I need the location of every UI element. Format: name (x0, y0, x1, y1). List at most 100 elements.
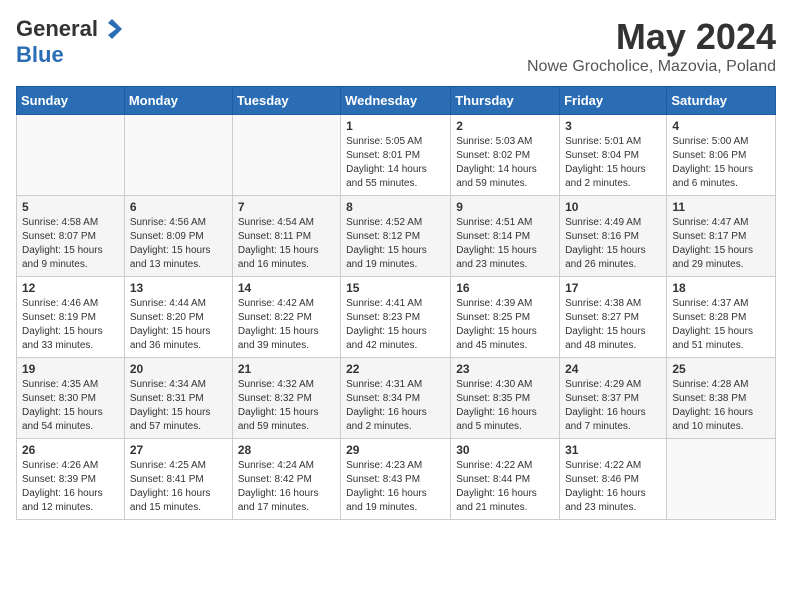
location: Nowe Grocholice, Mazovia, Poland (527, 58, 776, 76)
calendar-cell: 23 Sunrise: 4:30 AMSunset: 8:35 PMDayligh… (451, 358, 560, 439)
calendar-cell (124, 115, 232, 196)
day-info: Sunrise: 4:29 AMSunset: 8:37 PMDaylight:… (565, 378, 661, 434)
day-info: Sunrise: 4:31 AMSunset: 8:34 PMDaylight:… (346, 378, 445, 434)
day-info: Sunrise: 4:49 AMSunset: 8:16 PMDaylight:… (565, 216, 661, 272)
day-info: Sunrise: 4:34 AMSunset: 8:31 PMDaylight:… (130, 378, 227, 434)
calendar-header-thursday: Thursday (451, 87, 560, 115)
day-info: Sunrise: 4:47 AMSunset: 8:17 PMDaylight:… (672, 216, 770, 272)
calendar-cell: 6 Sunrise: 4:56 AMSunset: 8:09 PMDaylight… (124, 196, 232, 277)
day-number: 17 (565, 281, 661, 295)
calendar-cell: 21 Sunrise: 4:32 AMSunset: 8:32 PMDayligh… (232, 358, 340, 439)
calendar-cell: 3Sunrise: 5:01 AMSunset: 8:04 PMDaylight… (560, 115, 667, 196)
day-info: Sunrise: 4:44 AMSunset: 8:20 PMDaylight:… (130, 297, 227, 353)
calendar-header-row: SundayMondayTuesdayWednesdayThursdayFrid… (17, 87, 776, 115)
calendar-week-row: 19 Sunrise: 4:35 AMSunset: 8:30 PMDayligh… (17, 358, 776, 439)
day-info: Sunrise: 4:26 AMSunset: 8:39 PMDaylight:… (22, 459, 119, 515)
day-number: 2 (456, 119, 554, 133)
title-block: May 2024 Nowe Grocholice, Mazovia, Polan… (527, 16, 776, 76)
day-number: 23 (456, 362, 554, 376)
day-number: 12 (22, 281, 119, 295)
calendar-week-row: 12 Sunrise: 4:46 AMSunset: 8:19 PMDayligh… (17, 277, 776, 358)
day-number: 7 (238, 200, 335, 214)
day-info: Sunrise: 4:30 AMSunset: 8:35 PMDaylight:… (456, 378, 554, 434)
day-number: 19 (22, 362, 119, 376)
calendar-cell: 12 Sunrise: 4:46 AMSunset: 8:19 PMDayligh… (17, 277, 125, 358)
calendar-cell: 5 Sunrise: 4:58 AMSunset: 8:07 PMDaylight… (17, 196, 125, 277)
day-info: Sunrise: 4:22 AMSunset: 8:46 PMDaylight:… (565, 459, 661, 515)
calendar-cell: 29 Sunrise: 4:23 AMSunset: 8:43 PMDayligh… (341, 439, 451, 520)
day-info: Sunrise: 4:25 AMSunset: 8:41 PMDaylight:… (130, 459, 227, 515)
day-info: Sunrise: 4:56 AMSunset: 8:09 PMDaylight:… (130, 216, 227, 272)
day-info: Sunrise: 4:28 AMSunset: 8:38 PMDaylight:… (672, 378, 770, 434)
calendar-week-row: 26 Sunrise: 4:26 AMSunset: 8:39 PMDayligh… (17, 439, 776, 520)
day-info: Sunrise: 5:05 AMSunset: 8:01 PMDaylight:… (346, 135, 445, 191)
month-title: May 2024 (527, 16, 776, 58)
calendar-cell: 17Sunrise: 4:38 AMSunset: 8:27 PMDayligh… (560, 277, 667, 358)
day-number: 26 (22, 443, 119, 457)
day-info: Sunrise: 4:58 AMSunset: 8:07 PMDaylight:… (22, 216, 119, 272)
day-number: 14 (238, 281, 335, 295)
day-info: Sunrise: 4:46 AMSunset: 8:19 PMDaylight:… (22, 297, 119, 353)
day-info: Sunrise: 4:32 AMSunset: 8:32 PMDaylight:… (238, 378, 335, 434)
day-info: Sunrise: 5:03 AMSunset: 8:02 PMDaylight:… (456, 135, 554, 191)
day-info: Sunrise: 4:42 AMSunset: 8:22 PMDaylight:… (238, 297, 335, 353)
calendar-cell: 7 Sunrise: 4:54 AMSunset: 8:11 PMDaylight… (232, 196, 340, 277)
calendar-cell: 16Sunrise: 4:39 AMSunset: 8:25 PMDayligh… (451, 277, 560, 358)
day-number: 28 (238, 443, 335, 457)
page-header: General Blue May 2024 Nowe Grocholice, M… (16, 16, 776, 76)
calendar-cell: 11 Sunrise: 4:47 AMSunset: 8:17 PMDayligh… (667, 196, 776, 277)
day-info: Sunrise: 4:23 AMSunset: 8:43 PMDaylight:… (346, 459, 445, 515)
day-number: 22 (346, 362, 445, 376)
day-number: 27 (130, 443, 227, 457)
day-number: 5 (22, 200, 119, 214)
day-number: 21 (238, 362, 335, 376)
calendar-cell: 8 Sunrise: 4:52 AMSunset: 8:12 PMDaylight… (341, 196, 451, 277)
calendar-cell: 25 Sunrise: 4:28 AMSunset: 8:38 PMDayligh… (667, 358, 776, 439)
day-info: Sunrise: 4:52 AMSunset: 8:12 PMDaylight:… (346, 216, 445, 272)
calendar-header-saturday: Saturday (667, 87, 776, 115)
calendar-cell: 10Sunrise: 4:49 AMSunset: 8:16 PMDayligh… (560, 196, 667, 277)
calendar-cell: 2 Sunrise: 5:03 AMSunset: 8:02 PMDaylight… (451, 115, 560, 196)
calendar-cell: 20 Sunrise: 4:34 AMSunset: 8:31 PMDayligh… (124, 358, 232, 439)
day-info: Sunrise: 5:01 AMSunset: 8:04 PMDaylight:… (565, 135, 661, 191)
day-number: 4 (672, 119, 770, 133)
calendar-header-friday: Friday (560, 87, 667, 115)
day-number: 6 (130, 200, 227, 214)
day-number: 29 (346, 443, 445, 457)
day-number: 20 (130, 362, 227, 376)
day-info: Sunrise: 4:37 AMSunset: 8:28 PMDaylight:… (672, 297, 770, 353)
day-number: 11 (672, 200, 770, 214)
calendar-cell: 14 Sunrise: 4:42 AMSunset: 8:22 PMDayligh… (232, 277, 340, 358)
day-number: 9 (456, 200, 554, 214)
day-info: Sunrise: 4:39 AMSunset: 8:25 PMDaylight:… (456, 297, 554, 353)
calendar-header-sunday: Sunday (17, 87, 125, 115)
calendar-cell: 26 Sunrise: 4:26 AMSunset: 8:39 PMDayligh… (17, 439, 125, 520)
calendar-cell: 1 Sunrise: 5:05 AMSunset: 8:01 PMDaylight… (341, 115, 451, 196)
day-number: 18 (672, 281, 770, 295)
day-info: Sunrise: 4:41 AMSunset: 8:23 PMDaylight:… (346, 297, 445, 353)
logo-icon (100, 17, 124, 41)
calendar-cell: 13Sunrise: 4:44 AMSunset: 8:20 PMDayligh… (124, 277, 232, 358)
calendar-cell (667, 439, 776, 520)
day-info: Sunrise: 4:54 AMSunset: 8:11 PMDaylight:… (238, 216, 335, 272)
day-info: Sunrise: 4:35 AMSunset: 8:30 PMDaylight:… (22, 378, 119, 434)
logo-blue-text: Blue (16, 42, 64, 67)
calendar-cell: 28 Sunrise: 4:24 AMSunset: 8:42 PMDayligh… (232, 439, 340, 520)
calendar-cell: 31 Sunrise: 4:22 AMSunset: 8:46 PMDayligh… (560, 439, 667, 520)
day-info: Sunrise: 4:22 AMSunset: 8:44 PMDaylight:… (456, 459, 554, 515)
day-number: 8 (346, 200, 445, 214)
calendar-cell: 19 Sunrise: 4:35 AMSunset: 8:30 PMDayligh… (17, 358, 125, 439)
calendar-week-row: 1 Sunrise: 5:05 AMSunset: 8:01 PMDaylight… (17, 115, 776, 196)
calendar-cell (17, 115, 125, 196)
day-number: 1 (346, 119, 445, 133)
calendar-table: SundayMondayTuesdayWednesdayThursdayFrid… (16, 86, 776, 520)
day-number: 31 (565, 443, 661, 457)
day-info: Sunrise: 4:24 AMSunset: 8:42 PMDaylight:… (238, 459, 335, 515)
calendar-cell: 30 Sunrise: 4:22 AMSunset: 8:44 PMDayligh… (451, 439, 560, 520)
calendar-cell (232, 115, 340, 196)
day-number: 25 (672, 362, 770, 376)
calendar-cell: 4Sunrise: 5:00 AMSunset: 8:06 PMDaylight… (667, 115, 776, 196)
calendar-header-tuesday: Tuesday (232, 87, 340, 115)
day-number: 30 (456, 443, 554, 457)
calendar-cell: 22 Sunrise: 4:31 AMSunset: 8:34 PMDayligh… (341, 358, 451, 439)
